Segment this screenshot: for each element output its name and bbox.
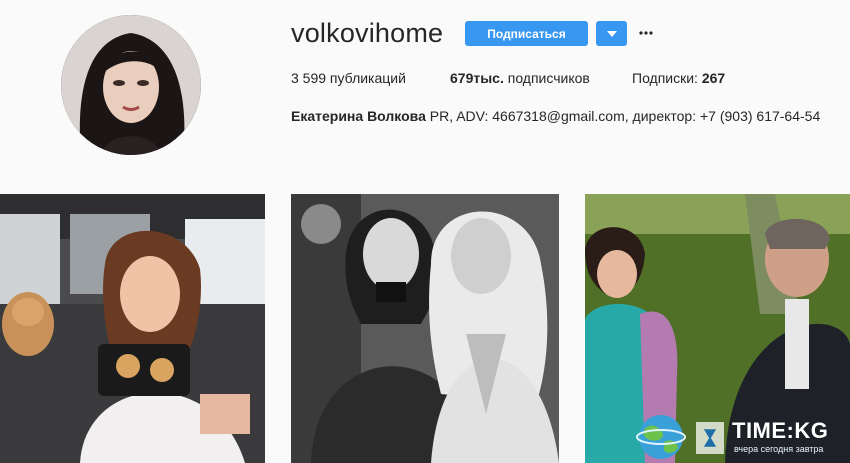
watermark-subtitle: вчера сегодня завтра <box>734 444 824 454</box>
following-count-stat[interactable]: Подписки: 267 <box>632 70 725 86</box>
following-label: Подписки: <box>632 70 702 86</box>
hourglass-icon <box>696 422 724 454</box>
watermark-title: TIME:KG <box>732 418 829 443</box>
followers-count: 679тыс. <box>450 70 504 86</box>
post-thumbnail-1[interactable] <box>0 194 265 463</box>
post-image-2 <box>291 194 559 463</box>
more-horizontal-icon <box>639 31 653 35</box>
post-thumbnail-2[interactable] <box>291 194 559 463</box>
follow-button[interactable]: Подписаться <box>465 21 588 46</box>
more-options-button[interactable] <box>636 22 656 44</box>
profile-avatar[interactable] <box>61 15 201 155</box>
suggestions-dropdown-button[interactable] <box>596 21 627 46</box>
chevron-down-icon <box>606 30 617 37</box>
profile-bio: Екатерина Волкова PR, ADV: 4667318@gmail… <box>291 108 820 124</box>
profile-username: volkovihome <box>291 18 444 48</box>
post-image-1 <box>0 194 265 463</box>
followers-label: подписчиков <box>503 70 590 86</box>
posts-count: 3 599 <box>291 70 327 86</box>
globe-icon <box>636 415 686 459</box>
posts-count-stat: 3 599 публикаций <box>291 70 406 86</box>
profile-page: volkovihome Подписаться 3 599 публикаций… <box>0 0 850 463</box>
followers-count-stat[interactable]: 679тыс. подписчиков <box>450 70 590 86</box>
posts-label: публикаций <box>326 70 406 86</box>
profile-full-name: Екатерина Волкова <box>291 108 426 124</box>
following-count: 267 <box>701 70 726 86</box>
avatar-photo <box>61 15 201 155</box>
profile-bio-text: PR, ADV: 4667318@gmail.com, директор: +7… <box>425 108 821 124</box>
site-watermark: TIME:KG вчера сегодня завтра <box>636 410 850 463</box>
